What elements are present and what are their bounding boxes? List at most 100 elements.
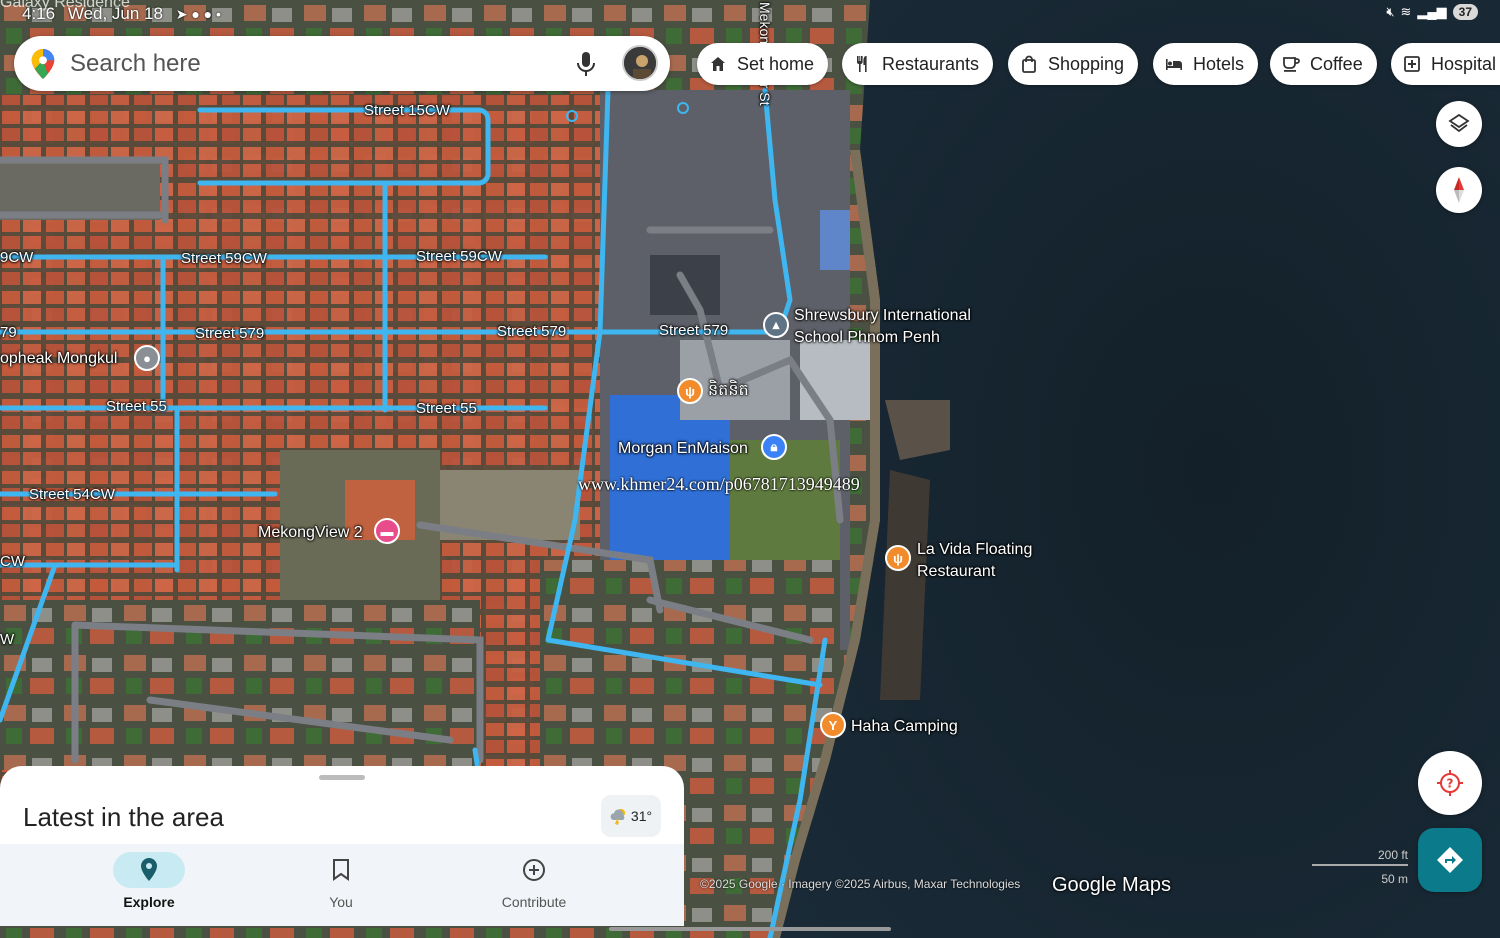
status-date: Wed, Jun 18 [67,4,163,23]
status-bar: Galaxy Residence 4:16 Wed, Jun 18 ➤ ● ● … [0,0,1500,28]
directions-icon [1437,847,1463,873]
chip-hotels-label: Hotels [1193,53,1245,74]
layers-button[interactable] [1436,101,1482,147]
poi-khmer-restaurant[interactable]: និតនិត [708,380,749,402]
restaurant-pin-icon[interactable]: ψ [677,378,703,404]
street-label-579-b: Street 579 [497,323,567,340]
notification-icons: ➤ ● ● • [175,6,221,22]
street-label-579-c: Street 579 [659,322,729,339]
scale-m: 50 m [1381,872,1408,886]
street-label-cw: CW [0,553,25,570]
street-label-15cw: Street 15CW [364,102,450,119]
school-pin-icon[interactable]: ▴ [763,312,789,338]
poi-haha-camping[interactable]: Haha Camping [851,716,958,738]
bottom-nav: Explore You Contribute [0,844,684,926]
shopping-bag-icon [1022,55,1036,73]
scale-ft: 200 ft [1377,848,1408,862]
scale-bar: 200 ft 50 m [1312,848,1408,886]
poi-la-vida[interactable]: La Vida Floating Restaurant [917,539,1032,583]
poi-la-vida-line2: Restaurant [917,563,996,580]
watermark-text: www.khmer24.com/p06781713949489 [578,474,860,494]
poi-shrewsbury-line2: School Phnom Penh [794,329,940,346]
home-icon [711,57,725,71]
chip-hospital[interactable]: Hospital [1391,43,1500,85]
poi-mekongview[interactable]: MekongView 2 [258,522,363,544]
poi-shrewsbury-line1: Shrewsbury International [794,307,971,324]
bottom-sheet[interactable]: Latest in the area 31° Explore You Contr… [0,766,684,926]
street-label-9cw: 9CW [0,249,34,266]
plus-circle-icon [523,859,545,881]
avatar[interactable] [622,45,658,81]
poi-morgan-enmaison[interactable]: Morgan EnMaison [618,438,748,460]
chip-shopping-label: Shopping [1048,53,1125,74]
street-label-579-a: Street 579 [195,325,265,342]
svg-text:?: ? [1447,777,1454,791]
home-indicator[interactable] [609,927,891,931]
signal-icon: ▂▄▆ [1417,4,1447,19]
nav-you-pill [305,852,377,888]
nav-contribute-label: Contribute [501,894,567,910]
lock-pin-icon[interactable]: 🔒︎ [761,434,787,460]
chip-coffee-label: Coffee [1310,53,1363,74]
poi-la-vida-line1: La Vida Floating [917,541,1033,558]
chip-restaurants-label: Restaurants [882,53,980,74]
camping-pin-icon[interactable]: Y [820,712,846,738]
search-input[interactable] [70,49,550,78]
street-label-55-a: Street 55 [106,398,167,415]
weather-storm-icon [610,809,625,825]
poi-sopheak-mongkul[interactable]: opheak Mongkul [0,348,117,370]
explore-pin-icon [141,858,157,881]
street-label-55-b: Street 55 [416,400,477,417]
mute-icon: 🔇︎ [1386,4,1395,19]
weather-temp: 31° [630,808,653,824]
restaurant-pin-icon-2[interactable]: ψ [885,545,911,571]
hotel-pin-icon[interactable]: ▬ [374,518,400,544]
compass-button[interactable] [1436,167,1482,213]
chip-hotels[interactable]: Hotels [1153,43,1259,85]
location-unknown-icon: ? [1437,770,1463,796]
chip-set-home[interactable]: Set home [697,43,829,85]
coffee-cup-icon [1283,57,1300,72]
sheet-drag-handle[interactable] [319,775,365,780]
nav-contribute-pill [498,852,570,888]
battery-indicator: 37 [1452,4,1478,20]
nav-you-label: You [329,894,353,910]
street-label-79: 79 [0,324,17,341]
street-label-54cw: Street 54CW [29,486,115,503]
compass-icon [1454,177,1464,203]
nav-explore-label: Explore [123,894,175,910]
chip-restaurants[interactable]: Restaurants [842,43,994,85]
place-pin-icon[interactable]: ● [134,345,160,371]
chip-set-home-label: Set home [737,53,815,74]
weather-chip[interactable]: 31° [601,795,661,837]
scale-line [1312,864,1408,866]
nav-explore-pill [113,852,185,888]
search-bar[interactable] [14,36,670,91]
status-clock: 4:16 [22,4,56,23]
microphone-icon[interactable] [574,50,598,78]
sheet-title: Latest in the area [23,802,224,832]
hospital-icon [1404,56,1420,72]
street-label-59cw-b: Street 59CW [416,248,502,265]
bed-icon [1166,59,1182,70]
directions-button[interactable] [1418,828,1482,892]
bookmark-icon [333,859,349,881]
map-copyright[interactable]: ©2025 Google · Imagery ©2025 Airbus, Max… [700,877,1020,891]
poi-shrewsbury[interactable]: Shrewsbury International School Phnom Pe… [794,305,971,349]
nav-contribute[interactable]: Contribute [474,852,594,922]
chip-hospital-label: Hospital [1431,53,1497,74]
nav-explore[interactable]: Explore [89,852,209,922]
chip-coffee[interactable]: Coffee [1270,43,1377,85]
layers-icon [1448,113,1470,133]
google-maps-logo: Google Maps [1052,874,1171,896]
fork-knife-icon [857,56,867,72]
chip-shopping[interactable]: Shopping [1008,43,1139,85]
street-label-59cw-a: Street 59CW [181,250,267,267]
my-location-button[interactable]: ? [1418,751,1482,815]
status-right: 🔇︎ ≋ ▂▄▆ 37 [1386,4,1478,20]
street-label-w: W [0,631,15,648]
status-time: 4:16 Wed, Jun 18 ➤ ● ● • [22,4,221,24]
google-maps-pin-icon [31,48,55,79]
wifi-icon: ≋ [1400,4,1412,19]
nav-you[interactable]: You [281,852,401,922]
